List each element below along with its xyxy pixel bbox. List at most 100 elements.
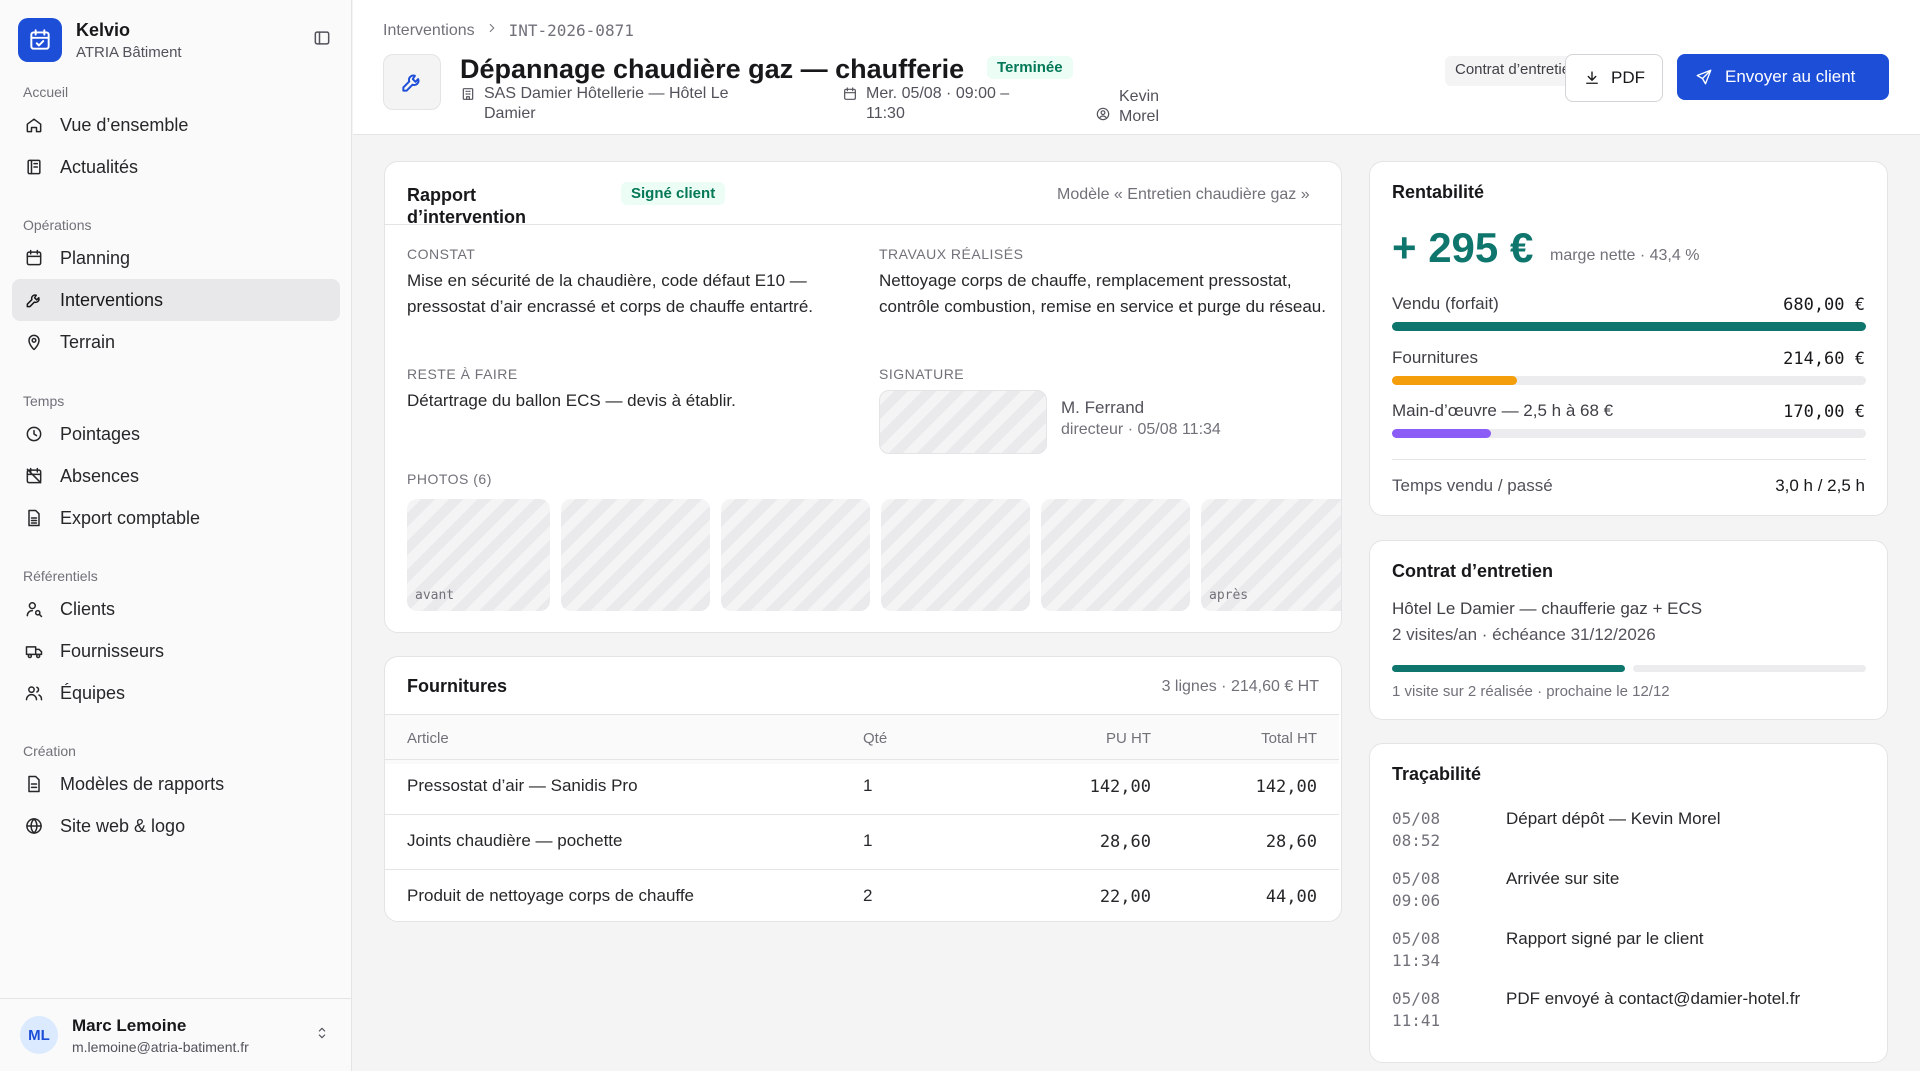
home-icon xyxy=(26,118,42,133)
contract-progress-done xyxy=(1392,665,1625,672)
sidebar-item-accounting-export[interactable]: Export comptable xyxy=(12,497,340,539)
cell-article: Pressostat d’air — Sanidis Pro xyxy=(407,776,638,795)
building-icon xyxy=(462,88,474,100)
users-icon xyxy=(25,686,43,701)
status-badge: Terminée xyxy=(987,56,1073,79)
download-icon xyxy=(1586,71,1598,84)
sidebar-item-label: Fournisseurs xyxy=(60,640,165,661)
breadcrumb-link-interventions[interactable]: Interventions xyxy=(383,22,475,40)
sidebar-item-website-logo[interactable]: Site web & logo xyxy=(12,805,340,847)
technician-meta: Kevin Morel xyxy=(1095,88,1205,127)
sidebar-item-terrain[interactable]: Terrain xyxy=(12,321,340,363)
event-date: 05/08 xyxy=(1392,869,1441,888)
page-title: Dépannage chaudière gaz — chaufferie xyxy=(460,54,965,84)
profitability-card: Rentabilité + 295 € marge nette · 43,4 %… xyxy=(1369,161,1888,516)
event-timestamp: 05/08 11:41 xyxy=(1392,988,1440,1032)
traceability-title: Traçabilité xyxy=(1392,764,1482,784)
sidebar-item-clients[interactable]: Clients xyxy=(12,588,340,630)
pdf-button-label: PDF xyxy=(1611,68,1645,87)
table-row[interactable]: Produit de nettoyage corps de chauffe 2 … xyxy=(385,869,1339,921)
contract-card[interactable]: Contrat d’entretien Hôtel Le Damier — ch… xyxy=(1369,540,1888,720)
sidebar-item-absences[interactable]: Absences xyxy=(12,455,340,497)
reste-label: RESTE À FAIRE xyxy=(407,366,518,382)
constat-label: CONSTAT xyxy=(407,246,476,262)
signature-image xyxy=(879,390,1047,454)
contract-progress xyxy=(1392,665,1866,672)
sidebar-item-interventions[interactable]: Interventions xyxy=(12,279,340,321)
labour-bar-fill xyxy=(1392,429,1491,438)
sold-value: 680,00 € xyxy=(1783,295,1865,315)
download-pdf-button[interactable]: PDF xyxy=(1565,54,1663,102)
photo-thumbnail[interactable] xyxy=(1041,499,1190,611)
traceability-card: Traçabilité 05/08 08:52 Départ dépôt — Ke… xyxy=(1369,743,1888,1063)
constat-text: Mise en sécurité de la chaudière, code d… xyxy=(407,271,814,316)
sidebar-item-report-templates[interactable]: Modèles de rapports xyxy=(12,763,340,805)
user-menu[interactable]: ML Marc Lemoine m.lemoine@atria-batiment… xyxy=(0,998,352,1071)
net-margin-amount: + 295 € xyxy=(1392,224,1534,271)
brand[interactable]: Kelvio ATRIA Bâtiment xyxy=(18,18,182,62)
send-to-client-button[interactable]: Envoyer au client xyxy=(1677,54,1889,100)
event-time: 11:34 xyxy=(1392,951,1441,970)
wrench-icon xyxy=(26,294,40,308)
event-time: 08:52 xyxy=(1392,831,1441,850)
truck-icon xyxy=(25,646,43,659)
breadcrumb: Interventions INT-2026-0871 xyxy=(383,21,634,40)
contract-progress-remaining xyxy=(1633,665,1866,672)
supplies-title: Fournitures xyxy=(407,676,508,696)
photo-thumbnail[interactable]: avant xyxy=(407,499,550,611)
sidebar-item-suppliers[interactable]: Fournisseurs xyxy=(12,630,340,672)
nav-section-accueil: Accueil Vue d’ensemble Actualités xyxy=(0,84,352,188)
sidebar-item-overview[interactable]: Vue d’ensemble xyxy=(12,104,340,146)
photo-caption-before: avant xyxy=(415,588,455,603)
photos-label: PHOTOS (6) xyxy=(407,471,492,487)
sidebar-item-news[interactable]: Actualités xyxy=(12,146,340,188)
file-text-icon xyxy=(28,775,40,793)
signed-badge: Signé client xyxy=(621,182,726,205)
nav-section-title: Référentiels xyxy=(23,568,98,584)
event-timestamp: 05/08 11:34 xyxy=(1392,928,1440,972)
column-header-qty: Qté xyxy=(863,730,888,747)
sidebar-item-teams[interactable]: Équipes xyxy=(12,672,340,714)
photo-thumbnail[interactable]: après xyxy=(1201,499,1341,611)
sidebar-item-label: Export comptable xyxy=(60,507,201,528)
reste-text: Détartrage du ballon ECS — devis à établ… xyxy=(407,391,736,410)
file-spreadsheet-icon xyxy=(28,509,40,527)
column-header-total: Total HT xyxy=(1261,730,1317,747)
event-date: 05/08 xyxy=(1392,809,1441,828)
contract-terms: 2 visites/an · échéance 31/12/2026 xyxy=(1392,625,1656,644)
sidebar-item-planning[interactable]: Planning xyxy=(12,237,340,279)
table-row[interactable]: Joints chaudière — pochette 1 28,60 28,6… xyxy=(385,814,1339,869)
photo-thumbnail[interactable] xyxy=(721,499,870,611)
net-margin-caption: marge nette · 43,4 % xyxy=(1550,247,1700,264)
sidebar-item-timesheets[interactable]: Pointages xyxy=(12,413,340,455)
sidebar-item-label: Site web & logo xyxy=(60,815,186,836)
table-row[interactable]: Pressostat d’air — Sanidis Pro 1 142,00 … xyxy=(385,759,1339,814)
table-header: Article Qté PU HT Total HT xyxy=(385,714,1339,764)
sidebar-item-label: Pointages xyxy=(60,423,141,444)
photo-thumbnail[interactable] xyxy=(881,499,1030,611)
chevron-up-down-icon[interactable] xyxy=(314,1025,330,1046)
divider xyxy=(1392,459,1866,460)
labour-value: 170,00 € xyxy=(1783,402,1865,422)
contract-note: 1 visite sur 2 réalisée · prochaine le 1… xyxy=(1392,683,1670,700)
sidebar-toggle-icon[interactable] xyxy=(312,28,332,53)
company-name: ATRIA Bâtiment xyxy=(76,43,182,61)
travaux-label: TRAVAUX RÉALISÉS xyxy=(879,246,1024,262)
cell-unit-price: 28,60 xyxy=(1099,832,1151,852)
supplies-cost-bar-fill xyxy=(1392,376,1517,385)
sidebar-item-label: Équipes xyxy=(60,682,126,703)
template-name[interactable]: Modèle « Entretien chaudière gaz » xyxy=(1057,184,1327,206)
sidebar-item-label: Modèles de rapports xyxy=(60,773,225,794)
nav-section-title: Temps xyxy=(23,393,65,409)
book-icon xyxy=(27,159,41,175)
sidebar-item-label: Absences xyxy=(60,465,140,486)
signer-role: directeur · 05/08 11:34 xyxy=(1061,421,1221,438)
travaux-text: Nettoyage corps de chauffe, remplacement… xyxy=(879,271,1326,316)
avatar: ML xyxy=(20,1016,58,1054)
cell-article: Joints chaudière — pochette xyxy=(407,831,623,850)
supplies-cost-label: Fournitures xyxy=(1392,348,1478,367)
globe-icon xyxy=(26,818,42,834)
photo-thumbnail[interactable] xyxy=(561,499,710,611)
map-pin-icon xyxy=(28,334,40,351)
contract-name: Hôtel Le Damier — chaufferie gaz + ECS xyxy=(1392,599,1703,618)
